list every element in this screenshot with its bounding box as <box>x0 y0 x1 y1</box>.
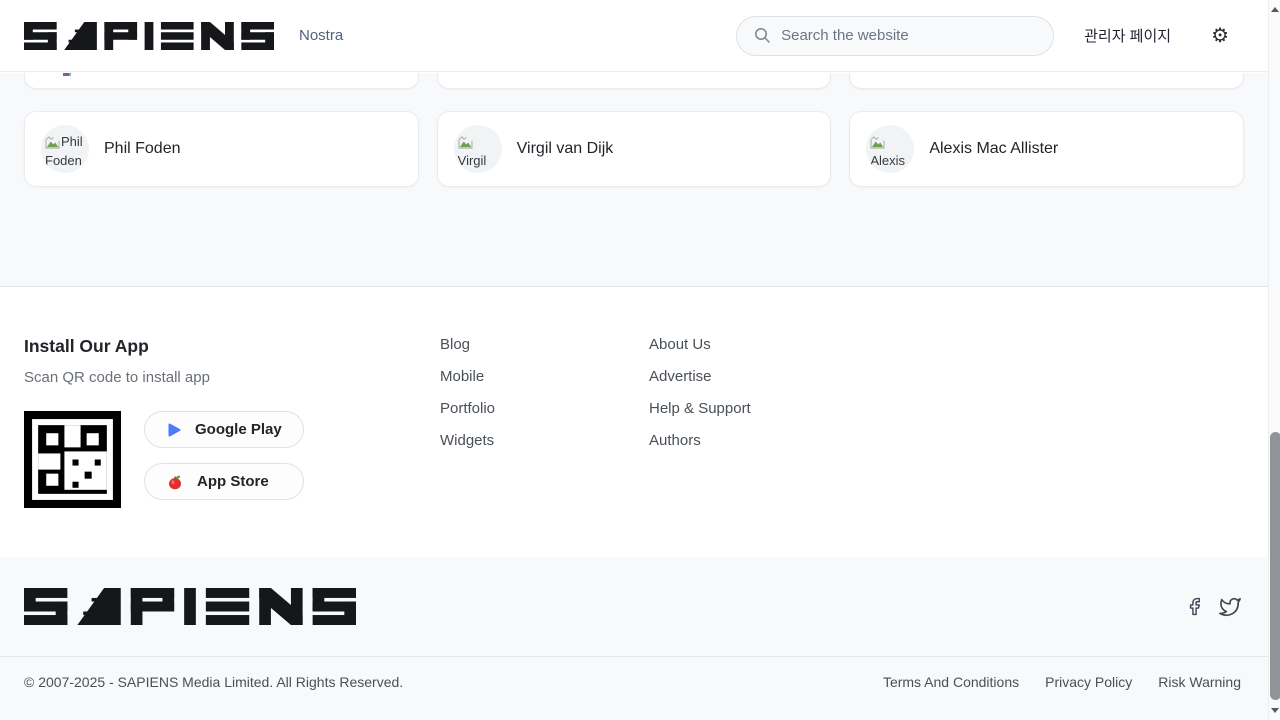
broken-image-icon <box>45 136 60 149</box>
footer-link-portfolio[interactable]: Portfolio <box>440 401 649 416</box>
player-card[interactable]: Phil Foden Phil Foden <box>24 111 419 187</box>
install-app-subtitle: Scan QR code to install app <box>24 370 440 386</box>
footer-link-mobile[interactable]: Mobile <box>440 369 649 384</box>
apple-icon <box>167 474 183 490</box>
scroll-down-arrow-icon[interactable] <box>1271 708 1279 713</box>
search-icon <box>754 27 771 44</box>
avatar-alt-text: Alexis Mac Allister <box>870 153 909 173</box>
search-bar[interactable] <box>736 16 1054 56</box>
partial-card-row <box>24 73 1244 89</box>
store-button-label: App Store <box>197 473 269 490</box>
store-button-label: Google Play <box>195 421 282 438</box>
site-header: Nostra 관리자 페이지 ⚙ <box>0 0 1268 72</box>
scrollbar[interactable] <box>1268 0 1280 720</box>
page: Nostra 관리자 페이지 ⚙ Phil Foden Phil Foden <box>0 0 1280 720</box>
gear-icon[interactable]: ⚙ <box>1211 26 1229 46</box>
brand-suffix: Nostra <box>299 27 343 44</box>
player-card-row: Phil Foden Phil Foden Virgil van Dijk Vi… <box>24 111 1244 187</box>
copyright-text: © 2007-2025 - SAPIENS Media Limited. All… <box>24 674 403 690</box>
qr-code <box>24 411 121 508</box>
scrollbar-thumb[interactable] <box>1270 432 1280 700</box>
google-play-button[interactable]: Google Play <box>144 411 304 448</box>
footer-link-blog[interactable]: Blog <box>440 337 649 352</box>
player-name: Phil Foden <box>104 140 181 158</box>
player-name: Alexis Mac Allister <box>929 140 1058 158</box>
footer-main: Install Our App Scan QR code to install … <box>0 287 1268 557</box>
card-partial[interactable] <box>437 73 832 89</box>
store-buttons: Google Play App Store <box>144 411 304 500</box>
footer-links-column-1: Blog Mobile Portfolio Widgets <box>440 336 649 557</box>
footer-link-advertise[interactable]: Advertise <box>649 369 858 384</box>
cards-section: Phil Foden Phil Foden Virgil van Dijk Vi… <box>0 73 1268 287</box>
risk-link[interactable]: Risk Warning <box>1158 674 1241 690</box>
footer-link-widgets[interactable]: Widgets <box>440 433 649 448</box>
google-play-icon <box>167 423 181 437</box>
footer-link-help[interactable]: Help & Support <box>649 401 858 416</box>
avatar-alt-text: Virgil van Dijk <box>458 153 487 173</box>
footer-spacer <box>858 336 1244 557</box>
install-app-title: Install Our App <box>24 336 440 356</box>
card-partial[interactable] <box>24 73 419 89</box>
sapiens-logo-icon <box>24 22 274 50</box>
facebook-icon[interactable] <box>1185 597 1204 616</box>
sapiens-logo-icon <box>24 588 356 625</box>
footer-legal-row: © 2007-2025 - SAPIENS Media Limited. All… <box>0 657 1268 690</box>
broken-image-icon <box>458 136 473 149</box>
install-app-row: Google Play App Store <box>24 411 440 508</box>
legal-links: Terms And Conditions Privacy Policy Risk… <box>883 674 1241 690</box>
broken-image-icon <box>870 136 885 149</box>
app-store-button[interactable]: App Store <box>144 463 304 500</box>
card-partial[interactable] <box>849 73 1244 89</box>
footer-bottom: © 2007-2025 - SAPIENS Media Limited. All… <box>0 557 1268 720</box>
twitter-icon[interactable] <box>1219 596 1241 618</box>
privacy-link[interactable]: Privacy Policy <box>1045 674 1132 690</box>
player-card[interactable]: Alexis Mac Allister Alexis Mac Allister <box>849 111 1244 187</box>
scroll-up-arrow-icon[interactable] <box>1271 7 1279 12</box>
footer-link-authors[interactable]: Authors <box>649 433 858 448</box>
terms-link[interactable]: Terms And Conditions <box>883 674 1019 690</box>
avatar: Alexis Mac Allister <box>866 125 914 173</box>
footer-bottom-top-row <box>0 557 1268 625</box>
admin-page-link[interactable]: 관리자 페이지 <box>1084 25 1171 46</box>
footer-link-about[interactable]: About Us <box>649 337 858 352</box>
avatar: Phil Foden <box>41 125 89 173</box>
player-name: Virgil van Dijk <box>517 140 614 158</box>
avatar: Virgil van Dijk <box>454 125 502 173</box>
player-card[interactable]: Virgil van Dijk Virgil van Dijk <box>437 111 832 187</box>
sapiens-logo[interactable] <box>24 22 274 50</box>
search-input[interactable] <box>781 27 1039 44</box>
social-links <box>1185 596 1241 618</box>
clipped-avatar-sliver <box>63 73 71 76</box>
footer-links-column-2: About Us Advertise Help & Support Author… <box>649 336 858 557</box>
install-app-block: Install Our App Scan QR code to install … <box>24 336 440 557</box>
footer-sapiens-logo[interactable] <box>24 588 356 625</box>
